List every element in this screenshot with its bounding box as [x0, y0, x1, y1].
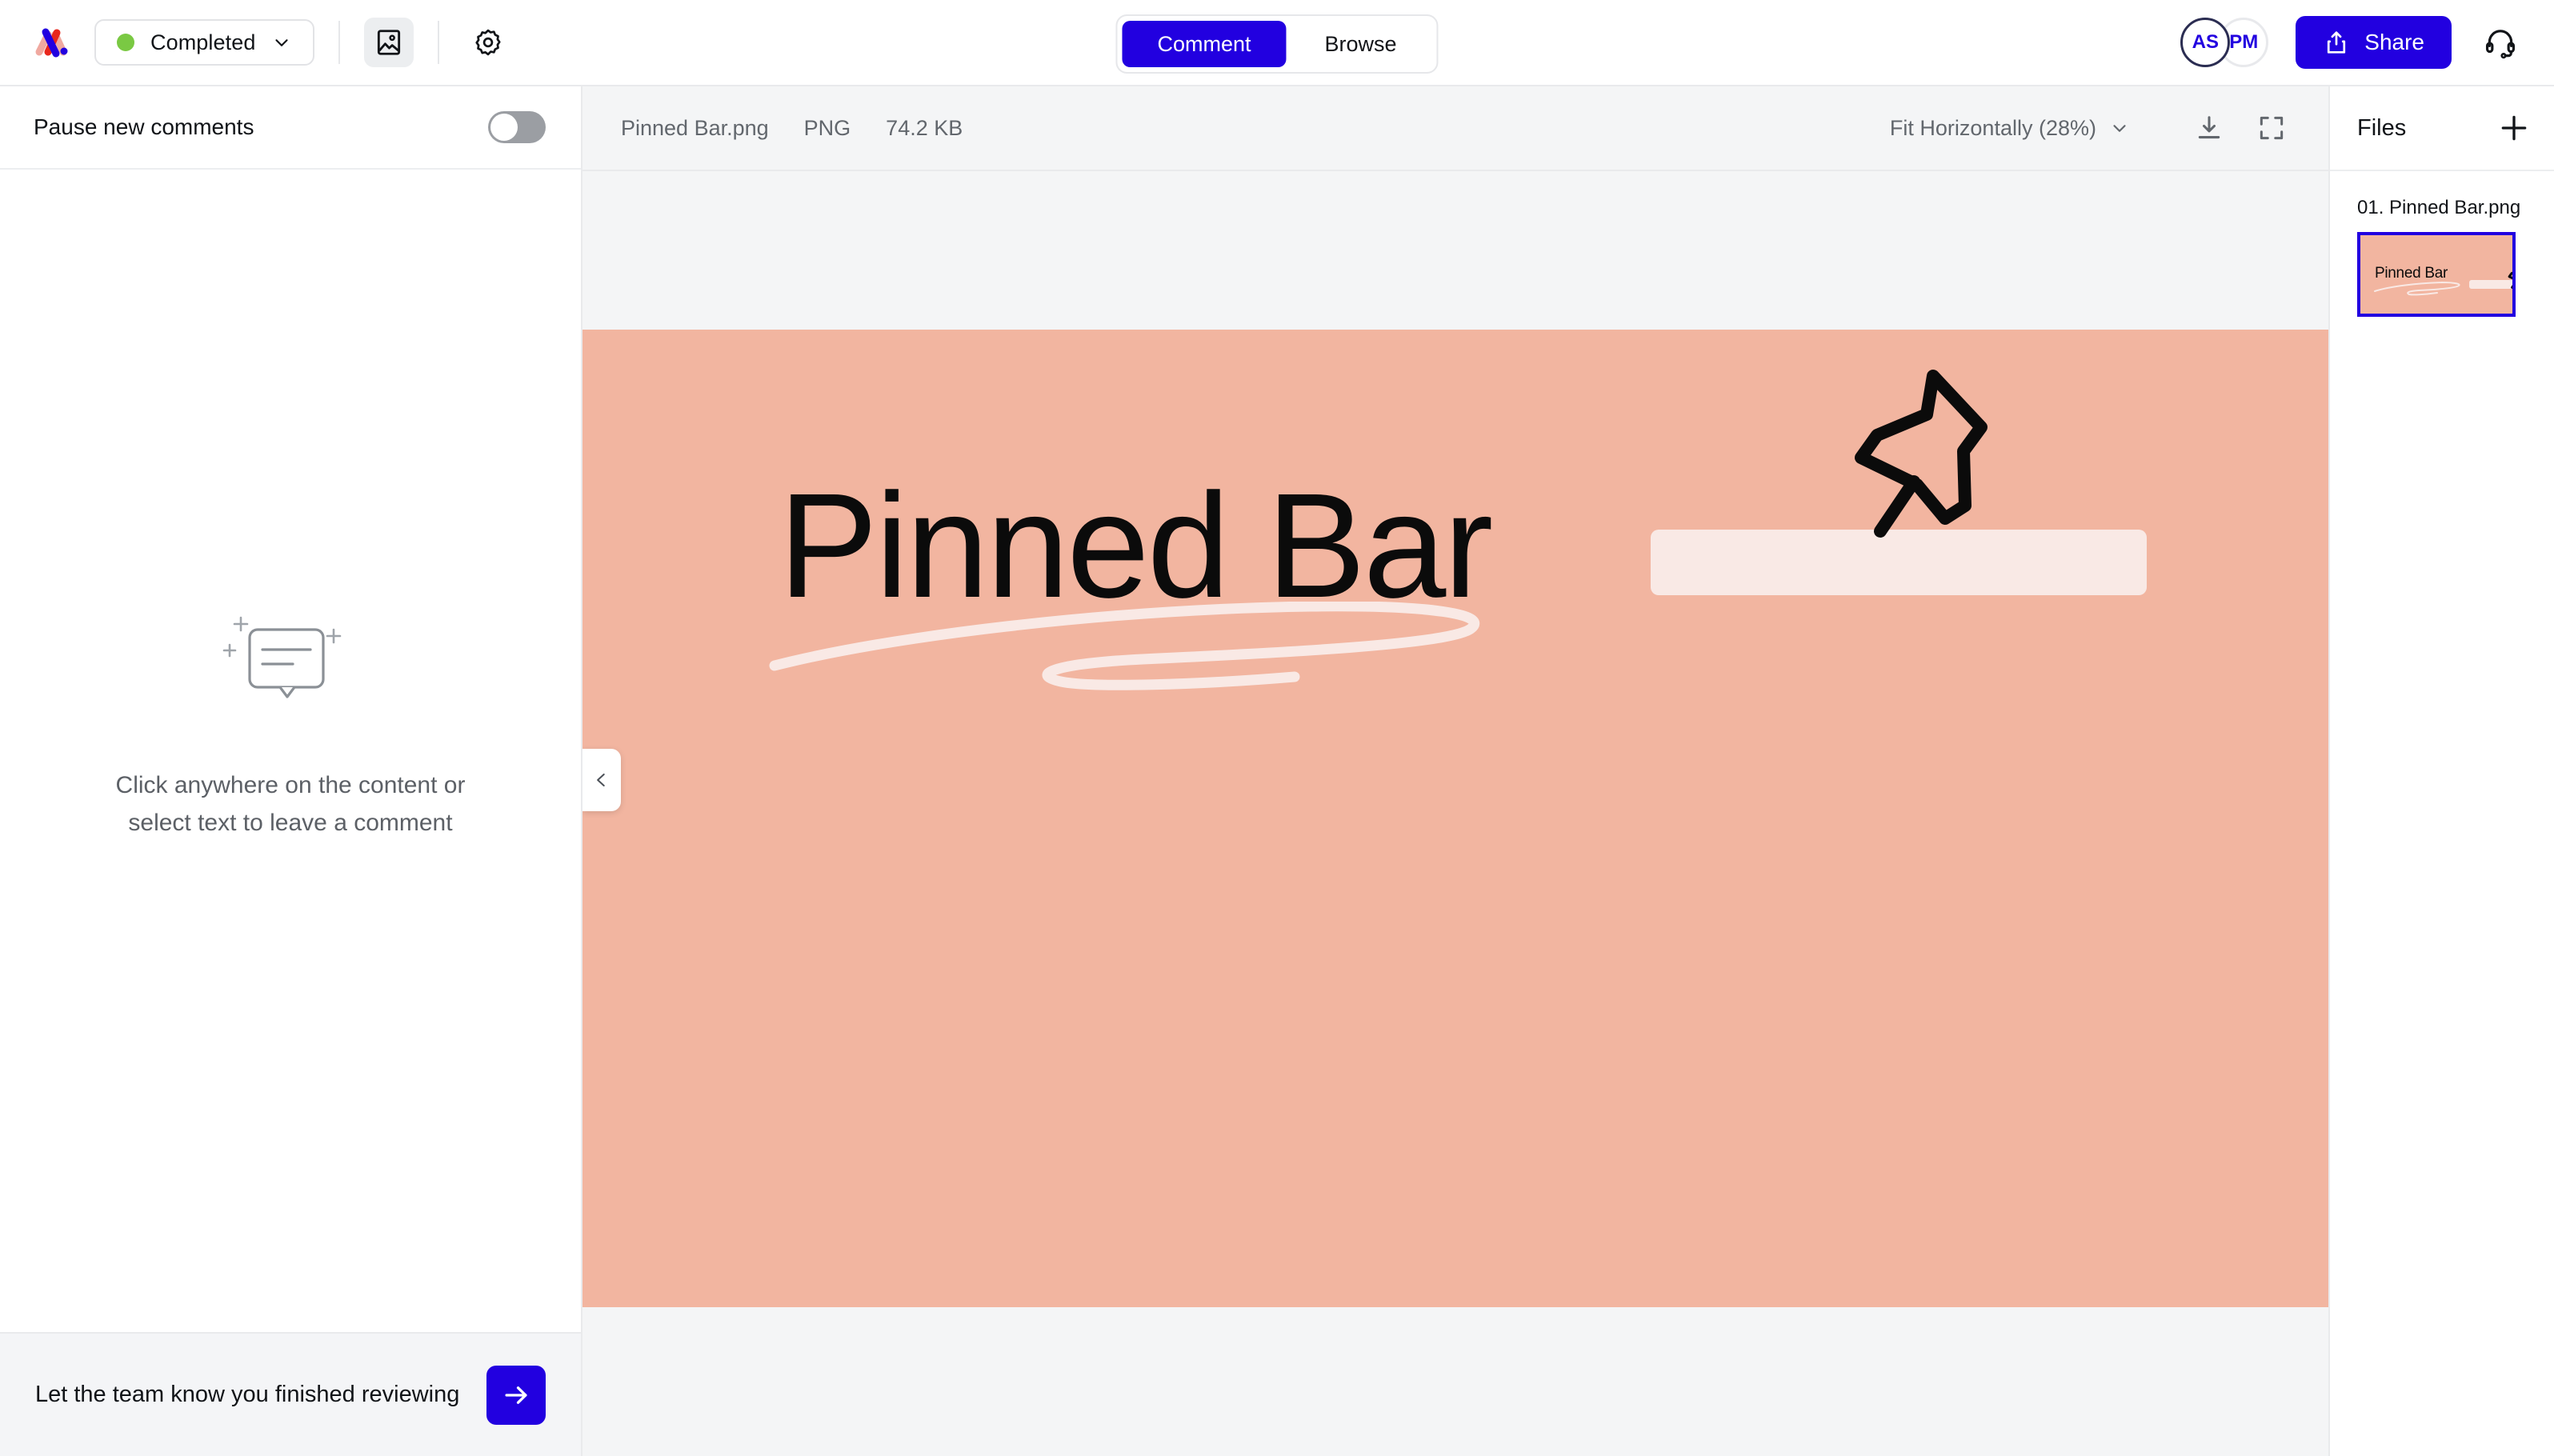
top-header: Completed Comment Browse AS PM Share — [0, 0, 2554, 86]
thumbnail-pushpin-icon — [2508, 271, 2512, 289]
settings-button[interactable] — [463, 18, 513, 67]
markup-logo[interactable] — [29, 20, 74, 65]
share-button[interactable]: Share — [2296, 16, 2452, 69]
gear-icon — [475, 29, 502, 56]
add-file-button[interactable] — [2495, 109, 2533, 147]
chevron-down-icon — [275, 39, 289, 46]
header-right-group: AS PM Share — [2180, 16, 2525, 69]
file-name: Pinned Bar.png — [621, 115, 769, 140]
list-item[interactable]: 01. Pinned Bar.png Pinned Bar — [2357, 197, 2554, 317]
finish-review-label: Let the team know you finished reviewing — [35, 1382, 460, 1407]
files-panel-header: Files — [2330, 86, 2554, 171]
file-viewer: Pinned Bar.png PNG 74.2 KB Fit Horizonta… — [582, 86, 2328, 1456]
fullscreen-button[interactable] — [2250, 106, 2293, 150]
zoom-level-label: Fit Horizontally (28%) — [1889, 115, 2096, 140]
status-dropdown[interactable]: Completed — [94, 19, 315, 66]
pause-comments-row: Pause new comments — [0, 86, 581, 170]
finish-review-bar: Let the team know you finished reviewing — [0, 1332, 581, 1456]
file-type: PNG — [803, 115, 851, 140]
chevron-down-icon — [2113, 125, 2126, 132]
file-info-bar: Pinned Bar.png PNG 74.2 KB Fit Horizonta… — [582, 86, 2328, 171]
tab-browse[interactable]: Browse — [1290, 21, 1432, 67]
pause-comments-label: Pause new comments — [34, 114, 254, 139]
status-dot — [117, 34, 134, 51]
viewer-controls: Fit Horizontally (28%) — [1890, 106, 2293, 150]
artboard-image: Pinned Bar — [582, 330, 2328, 1307]
zoom-level-dropdown[interactable]: Fit Horizontally (28%) — [1890, 116, 2130, 141]
image-icon — [378, 30, 401, 55]
empty-state-line-1: Click anywhere on the content or — [115, 772, 466, 798]
toggle-knob — [490, 114, 518, 141]
main-body: Pause new comments Click anywhere on the… — [0, 86, 2554, 1456]
headset-icon — [2485, 30, 2516, 59]
mode-toggle-group: Comment Browse — [1115, 14, 1439, 74]
comment-bubble-sparkle-icon — [222, 616, 342, 698]
share-upload-icon — [2328, 31, 2346, 54]
chevron-left-icon — [597, 773, 605, 787]
share-label: Share — [2364, 30, 2424, 54]
file-meta-group: Pinned Bar.png PNG 74.2 KB — [621, 116, 963, 141]
thumbnail-title: Pinned Bar — [2375, 265, 2448, 282]
comments-sidebar: Pause new comments Click anywhere on the… — [0, 86, 582, 1456]
comments-empty-state: Click anywhere on the content or select … — [0, 170, 581, 1332]
divider — [438, 21, 440, 64]
collapse-sidebar-handle[interactable] — [582, 749, 621, 811]
support-button[interactable] — [2476, 18, 2525, 67]
files-panel: Files 01. Pinned Bar.png Pinned Bar — [2328, 86, 2554, 1456]
files-panel-title: Files — [2357, 114, 2407, 141]
expand-icon — [2260, 116, 2284, 140]
app-root: Completed Comment Browse AS PM Share Pau… — [0, 0, 2554, 1456]
artboard-squiggle — [769, 602, 1480, 690]
header-left-group: Completed — [29, 18, 513, 67]
file-item-label: 01. Pinned Bar.png — [2357, 197, 2521, 218]
tab-comment[interactable]: Comment — [1122, 21, 1287, 67]
files-list: 01. Pinned Bar.png Pinned Bar — [2330, 171, 2554, 317]
empty-state-text: Click anywhere on the content or select … — [116, 767, 466, 842]
arrow-right-icon — [505, 1386, 527, 1404]
file-thumbnail[interactable]: Pinned Bar — [2357, 232, 2516, 317]
status-label: Completed — [150, 30, 256, 54]
finish-review-button[interactable] — [486, 1365, 546, 1425]
download-button[interactable] — [2188, 106, 2231, 150]
pause-comments-toggle[interactable] — [488, 111, 546, 143]
thumbnail-squiggle — [2374, 282, 2460, 296]
divider — [338, 21, 341, 64]
thumbnail-artwork: Pinned Bar — [2360, 235, 2512, 314]
pushpin-icon — [1855, 370, 1988, 538]
download-icon — [2198, 116, 2220, 139]
viewer-canvas[interactable]: Pinned Bar — [582, 171, 2328, 1456]
avatar-as[interactable]: AS — [2180, 18, 2231, 67]
empty-state-line-2: select text to leave a comment — [128, 809, 453, 836]
avatar-group: AS PM — [2180, 18, 2269, 67]
artboard-title: Pinned Bar — [779, 463, 1493, 629]
image-mode-button[interactable] — [364, 18, 414, 67]
plus-icon — [2501, 115, 2527, 141]
file-size: 74.2 KB — [886, 115, 963, 140]
